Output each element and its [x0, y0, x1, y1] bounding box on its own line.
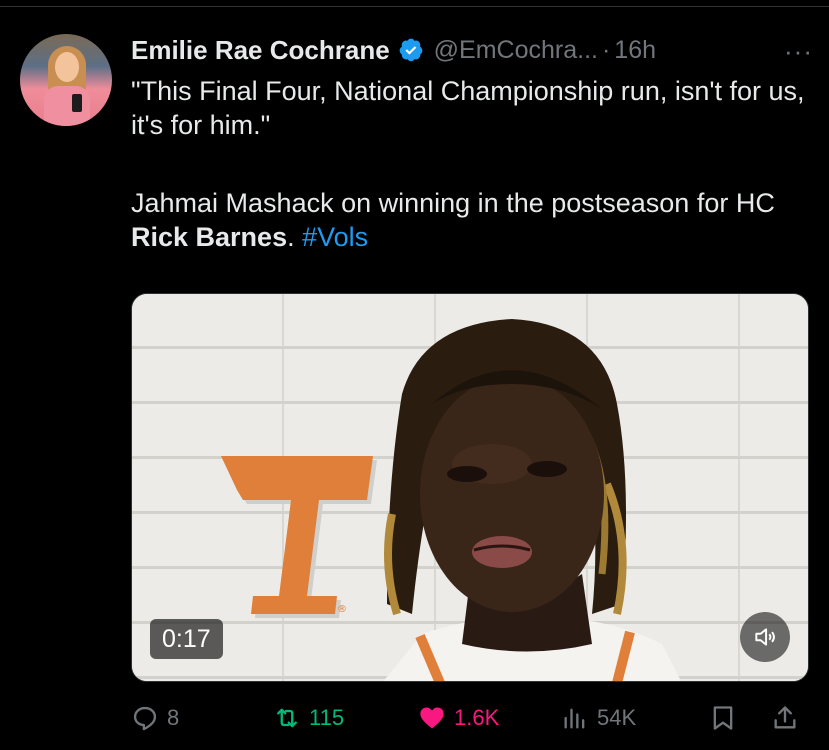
- retweet-button[interactable]: 115: [273, 700, 344, 736]
- avatar-top: [44, 86, 90, 126]
- share-icon: [774, 706, 796, 729]
- caption-text: Jahmai Mashack on winning in the postsea…: [131, 188, 775, 218]
- author-handle[interactable]: @EmCochra...: [434, 36, 598, 65]
- author-name[interactable]: Emilie Rae Cochrane: [131, 35, 390, 66]
- hashtag-link[interactable]: #Vols: [302, 222, 368, 252]
- registered-mark: ®: [337, 604, 347, 615]
- video-player[interactable]: ® 0:17: [131, 293, 809, 682]
- tweet-caption: Jahmai Mashack on winning in the postsea…: [131, 186, 811, 254]
- retweet-count: 115: [309, 705, 345, 730]
- avatar-microphone: [72, 94, 82, 112]
- tweet-quote: "This Final Four, National Championship …: [131, 76, 805, 140]
- top-divider: [0, 6, 829, 7]
- share-button[interactable]: [771, 700, 807, 736]
- tweet-actions: 8 115 1.6K 54K: [131, 700, 811, 736]
- verified-badge-icon[interactable]: [398, 37, 424, 63]
- tennessee-t-logo: ®: [221, 456, 377, 618]
- views-button[interactable]: 54K: [561, 700, 636, 736]
- caption-suffix: .: [287, 222, 303, 252]
- video-duration: 0:17: [150, 619, 223, 659]
- caption-bold-name: Rick Barnes: [131, 222, 288, 252]
- video-subject: [383, 319, 681, 681]
- heart-icon: [420, 707, 444, 729]
- retweet-icon: [277, 708, 297, 728]
- views-icon: [564, 708, 585, 729]
- tweet-text: "This Final Four, National Championship …: [131, 74, 811, 254]
- views-count: 54K: [597, 705, 637, 730]
- like-count: 1.6K: [454, 705, 500, 730]
- tweet-header: Emilie Rae Cochrane @EmCochra... · 16h ·…: [131, 34, 821, 67]
- like-button[interactable]: 1.6K: [418, 700, 499, 736]
- timestamp[interactable]: 16h: [614, 36, 656, 65]
- avatar[interactable]: [20, 34, 112, 126]
- reply-count: 8: [167, 705, 180, 730]
- reply-button[interactable]: 8: [131, 700, 179, 736]
- bookmark-icon: [713, 706, 733, 730]
- bookmark-button[interactable]: [709, 700, 745, 736]
- reply-icon: [133, 706, 157, 731]
- speaker-icon[interactable]: [740, 612, 790, 662]
- separator-dot: ·: [601, 35, 611, 64]
- avatar-face: [55, 52, 79, 82]
- more-options-icon[interactable]: ···: [784, 36, 813, 67]
